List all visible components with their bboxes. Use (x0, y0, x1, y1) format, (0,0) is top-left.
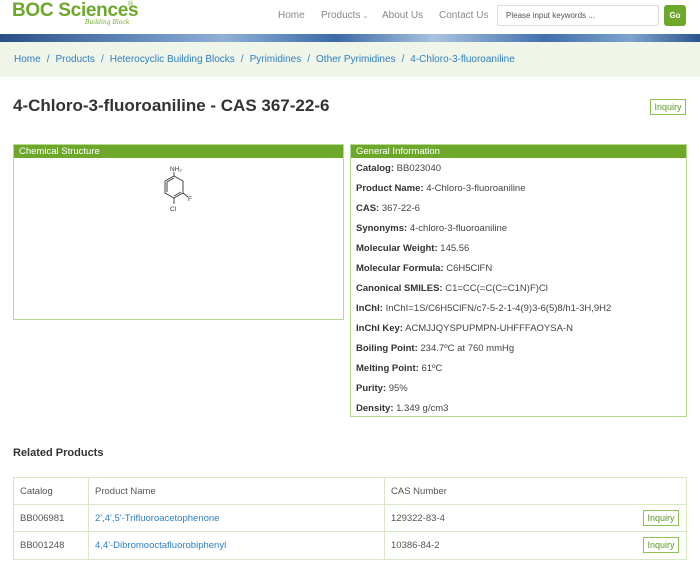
column-header-product-name: Product Name (88, 478, 384, 505)
inquiry-button[interactable]: Inquiry (650, 99, 686, 115)
info-value: 4-chloro-3-fluoroaniline (409, 223, 508, 234)
breadcrumb-pyrimidines[interactable]: Pyrimidines (250, 54, 302, 65)
table-row: BB006981 2',4',5'-Trifluoroacetophenone … (14, 505, 686, 532)
nav-products[interactable]: Products ⌄ (321, 10, 368, 21)
chevron-down-icon: ⌄ (362, 13, 369, 20)
info-label: Boiling Point: (356, 343, 418, 354)
info-label: InChI: (356, 303, 383, 314)
nav-contact-us[interactable]: Contact Us (439, 10, 488, 21)
related-products-heading: Related Products (13, 447, 104, 459)
row-inquiry-button[interactable]: Inquiry (643, 537, 679, 553)
info-boiling-point: Boiling Point: 234.7ºC at 760 mmHg (356, 343, 514, 354)
related-products-table: Catalog Product Name CAS Number BB006981… (13, 477, 687, 560)
info-value: 4-Chloro-3-fluoroaniline (426, 183, 526, 194)
row-cas: 10386-84-2 (391, 540, 440, 551)
header-banner (0, 34, 700, 42)
info-value: C1=CC(=C(C=C1N)F)Cl (445, 283, 548, 294)
column-header-catalog: Catalog (20, 486, 53, 497)
info-melting-point: Melting Point: 61ºC (356, 363, 442, 374)
info-density: Density: 1.349 g/cm3 (356, 403, 448, 414)
column-header-cas-number: CAS Number (384, 478, 687, 505)
info-value: 145.56 (440, 243, 470, 254)
breadcrumb-current[interactable]: 4-Chloro-3-fluoroaniline (410, 54, 515, 65)
info-value: 1.349 g/cm3 (396, 403, 449, 414)
breadcrumb-separator: / (240, 54, 244, 65)
general-information-heading: General Information (351, 145, 686, 158)
info-label: CAS: (356, 203, 380, 214)
molecule-structure-image: NH₂ F Cl (164, 166, 192, 213)
nav-products-label: Products (321, 10, 361, 21)
info-value: 234.7ºC at 760 mmHg (420, 343, 515, 354)
info-label: Synonyms: (356, 223, 408, 234)
breadcrumb: Home / Products / Heterocyclic Building Bloc… (0, 42, 700, 77)
info-inchi-key: InChI Key: ACMJJQYSPUPMPN-UHFFFAOYSA-N (356, 323, 573, 334)
row-product-name-cell: 4,4'-Dibromooctafluorobiphenyl (88, 532, 384, 559)
nav-about-us[interactable]: About Us (382, 10, 423, 21)
row-product-name-cell: 2',4',5'-Trifluoroacetophenone (88, 505, 384, 532)
info-label: Purity: (356, 383, 387, 394)
info-inchi: InChI: InChI=1S/C6H5ClFN/c7-5-2-1-4(9)3-… (356, 303, 611, 314)
info-purity: Purity: 95% (356, 383, 408, 394)
info-value: BB023040 (396, 163, 442, 174)
info-label: Catalog: (356, 163, 394, 174)
breadcrumb-separator: / (401, 54, 405, 65)
info-molecular-weight: Molecular Weight: 145.56 (356, 243, 469, 254)
table-row: BB001248 4,4'-Dibromooctafluorobiphenyl … (14, 532, 686, 559)
table-header-row: Catalog Product Name CAS Number (14, 478, 686, 505)
row-cas-cell: 129322-83-4 (384, 505, 687, 532)
info-synonyms: Synonyms: 4-chloro-3-fluoroaniline (356, 223, 507, 234)
chemical-structure-heading: Chemical Structure (14, 145, 343, 158)
logo-tagline: Building Block (85, 19, 130, 26)
info-smiles: Canonical SMILES: C1=CC(=C(C=C1N)F)Cl (356, 283, 548, 294)
breadcrumb-home[interactable]: Home (14, 54, 41, 65)
breadcrumb-products[interactable]: Products (55, 54, 94, 65)
info-cas: CAS: 367-22-6 (356, 203, 420, 214)
chlorine-label: Cl (170, 206, 177, 213)
general-information-panel: General Information Catalog: BB023040 Pr… (350, 144, 687, 417)
info-label: Melting Point: (356, 363, 419, 374)
breadcrumb-separator: / (307, 54, 311, 65)
info-value: 95% (388, 383, 408, 394)
info-value: ACMJJQYSPUPMPN-UHFFFAOYSA-N (405, 323, 573, 334)
logo[interactable]: BOC Sciences ® Building Block (12, 0, 139, 30)
logo-registered-mark: ® (128, 1, 134, 8)
row-cas-cell: 10386-84-2 (384, 532, 687, 559)
info-value: 367-22-6 (381, 203, 420, 214)
row-catalog: BB001248 (20, 540, 65, 551)
info-label: Canonical SMILES: (356, 283, 443, 294)
breadcrumb-heterocyclic[interactable]: Heterocyclic Building Blocks (110, 54, 235, 65)
nav-home[interactable]: Home (278, 10, 305, 21)
info-value: C6H5ClFN (446, 263, 493, 274)
info-product-name: Product Name: 4-Chloro-3-fluoroaniline (356, 183, 526, 194)
info-value: 61ºC (421, 363, 443, 374)
info-label: Molecular Weight: (356, 243, 438, 254)
amine-label: NH₂ (170, 166, 182, 173)
info-value: InChI=1S/C6H5ClFN/c7-5-2-1-4(9)3-6(5)8/h… (385, 303, 612, 314)
chemical-structure-panel: Chemical Structure NH₂ F Cl (13, 144, 344, 320)
info-label: Product Name: (356, 183, 424, 194)
site-header: BOC Sciences ® Building Block Home Produ… (0, 0, 700, 34)
breadcrumb-separator: / (46, 54, 50, 65)
info-label: InChI Key: (356, 323, 403, 334)
product-link[interactable]: 2',4',5'-Trifluoroacetophenone (95, 513, 219, 524)
search-go-button[interactable]: Go (664, 5, 686, 26)
fluorine-label: F (188, 196, 192, 203)
search-input[interactable] (497, 5, 659, 26)
info-molecular-formula: Molecular Formula: C6H5ClFN (356, 263, 492, 274)
product-link[interactable]: 4,4'-Dibromooctafluorobiphenyl (95, 540, 226, 551)
row-catalog: BB006981 (20, 513, 65, 524)
row-cas: 129322-83-4 (391, 513, 445, 524)
breadcrumb-other-pyrimidines[interactable]: Other Pyrimidines (316, 54, 395, 65)
breadcrumb-separator: / (100, 54, 104, 65)
info-label: Density: (356, 403, 394, 414)
row-inquiry-button[interactable]: Inquiry (643, 510, 679, 526)
info-label: Molecular Formula: (356, 263, 444, 274)
info-catalog: Catalog: BB023040 (356, 163, 441, 174)
page-title: 4-Chloro-3-fluoroaniline - CAS 367-22-6 (13, 96, 330, 115)
